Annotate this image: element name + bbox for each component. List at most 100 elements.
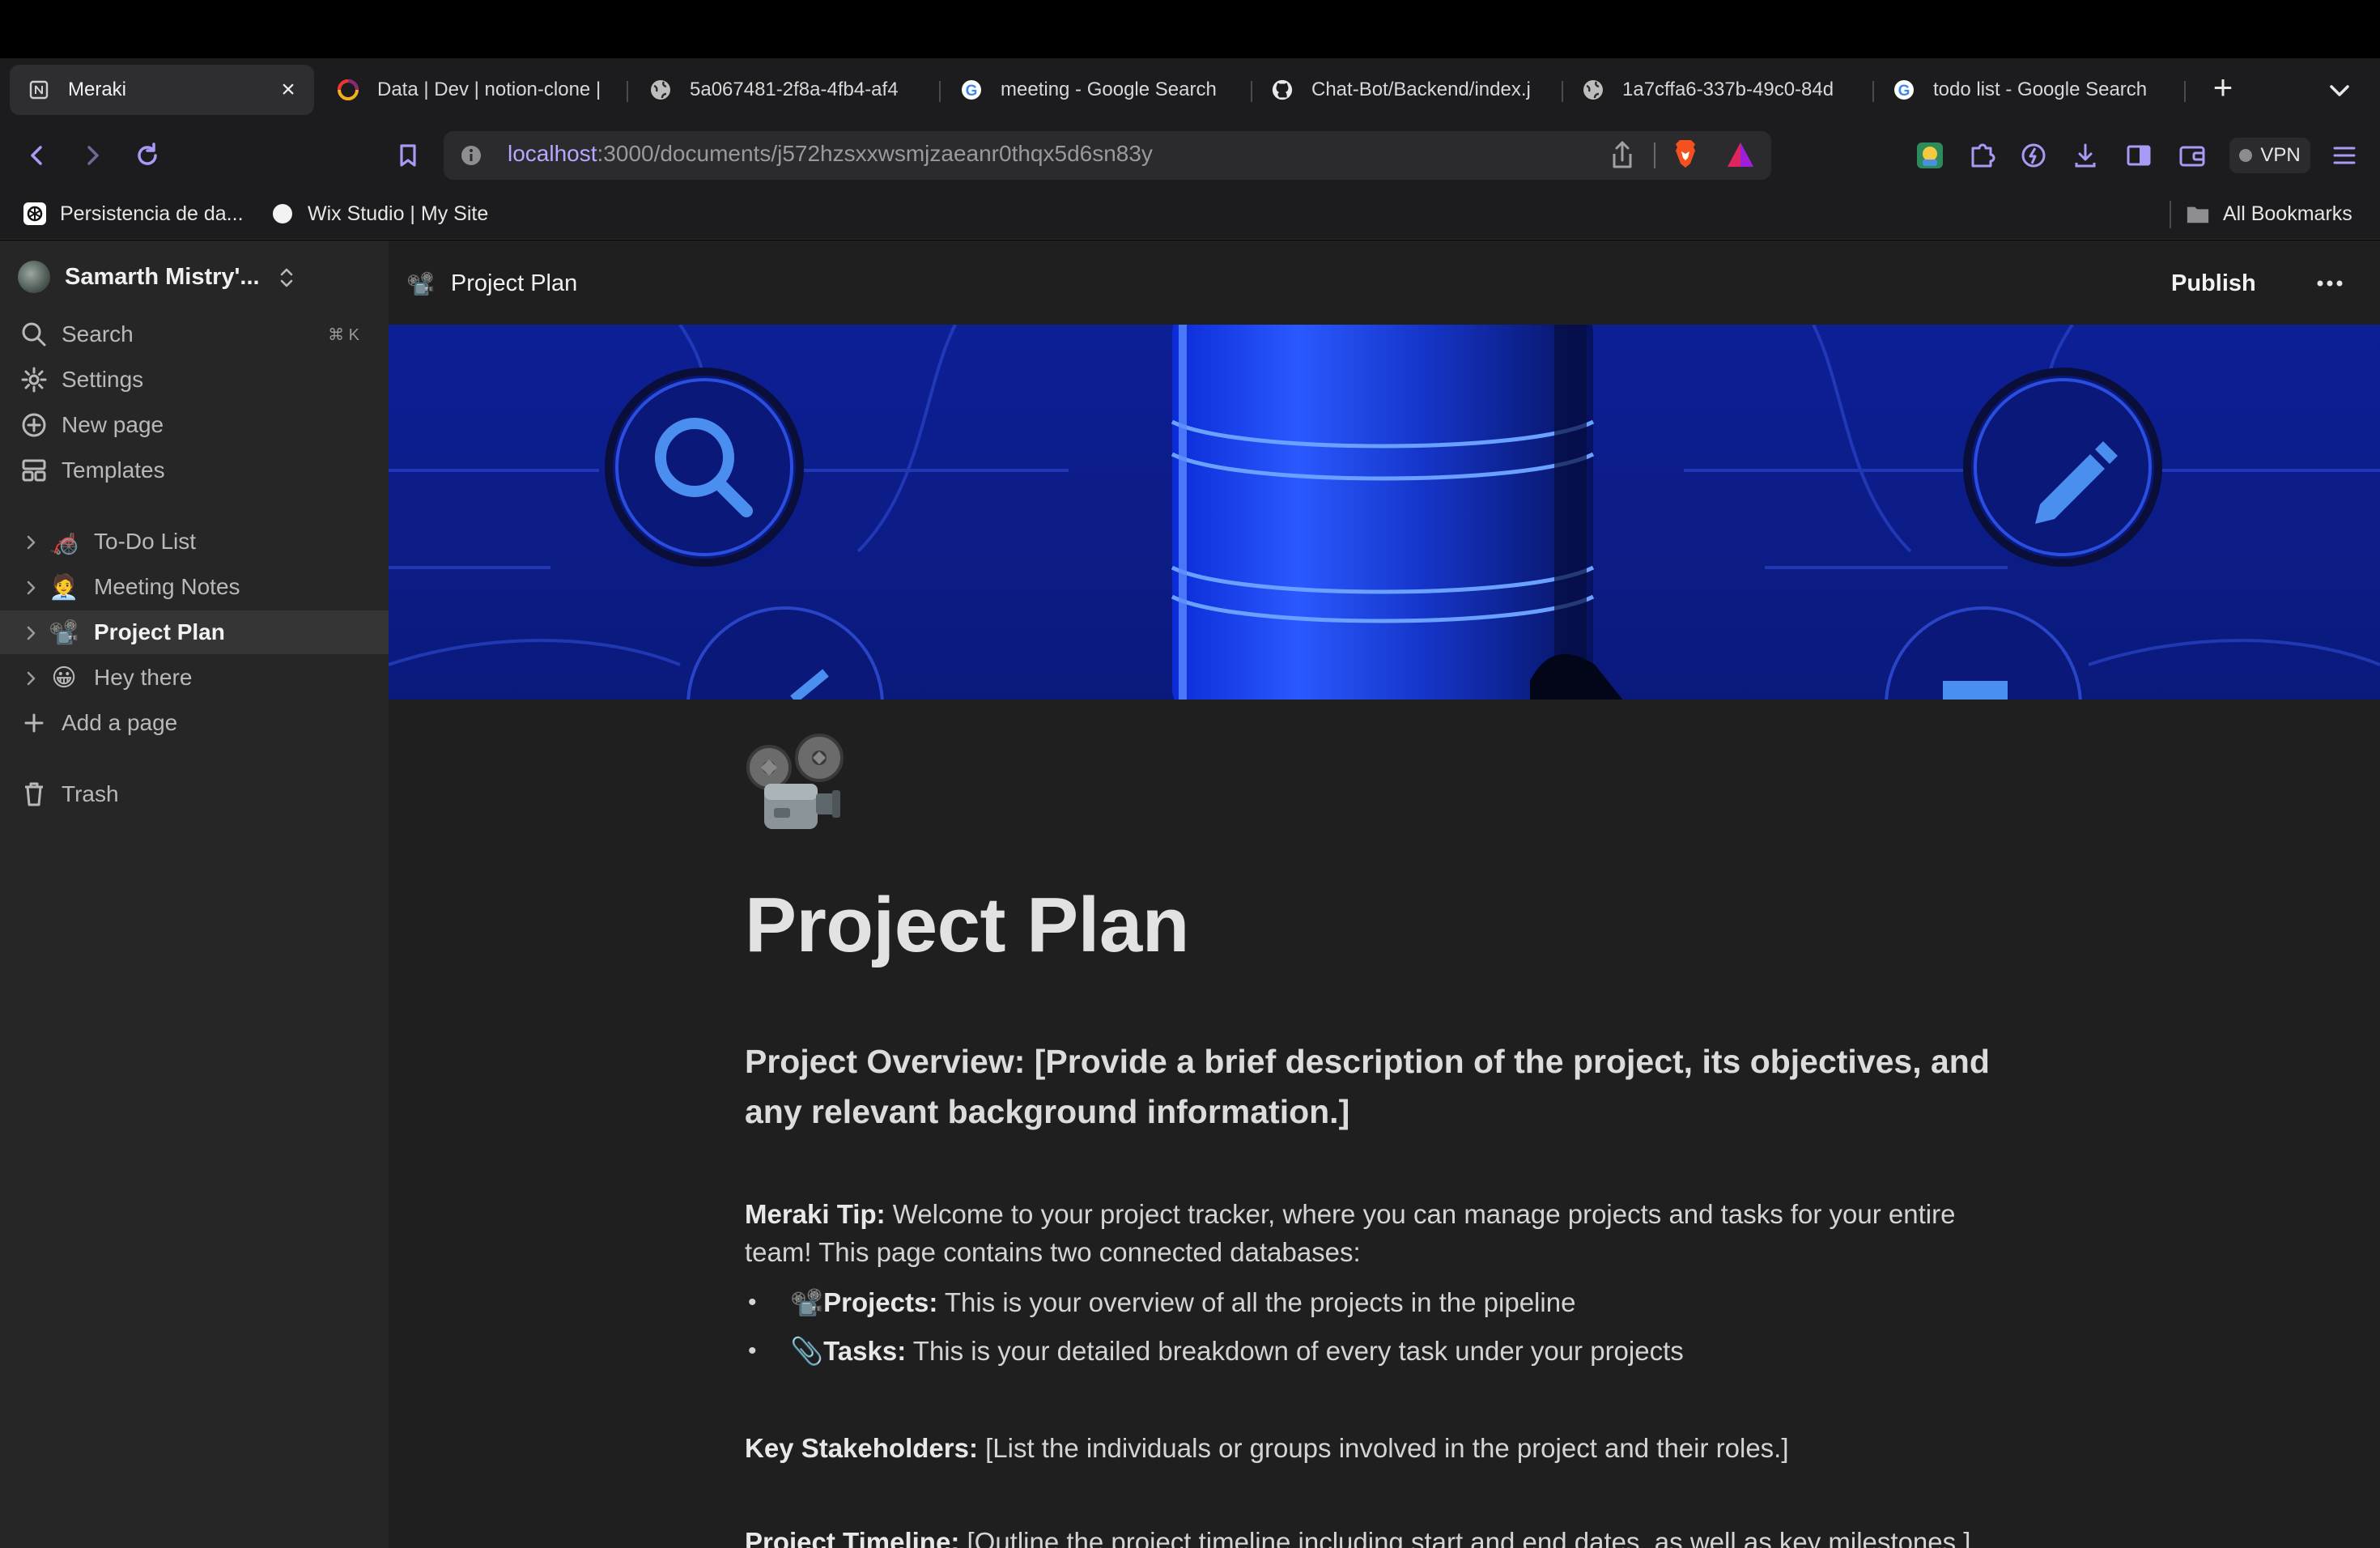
google-icon: G (960, 79, 983, 101)
tab-google-meeting[interactable]: G meeting - Google Search (942, 65, 1250, 115)
sidebar-item-label: Templates (62, 457, 165, 483)
bookmark-icon (400, 144, 416, 167)
tab-title: Meraki (68, 79, 127, 100)
sidebar-templates[interactable]: Templates (0, 449, 389, 492)
cover-image[interactable] (389, 325, 2380, 700)
chevron-right-icon[interactable] (23, 623, 39, 642)
trash-icon (19, 780, 49, 809)
bookmark-label: Persistencia de da... (60, 202, 244, 225)
project-timeline-paragraph[interactable]: Project Timeline: [Outline the project t… (745, 1524, 1970, 1548)
timeline-label: Project Timeline: (745, 1527, 960, 1548)
page-emoji: 🦽 (49, 528, 79, 555)
sidebar-search[interactable]: Search ⌘ K (0, 313, 389, 356)
convex-logo-icon (337, 79, 359, 101)
breadcrumb[interactable]: 📽️ Project Plan (406, 266, 577, 301)
all-bookmarks-button[interactable]: All Bookmarks (2186, 198, 2352, 230)
sidebar-item-label: Project Plan (94, 619, 225, 644)
project-overview-heading[interactable]: Project Overview: [Provide a brief descr… (745, 1036, 2008, 1137)
close-tab-button[interactable]: × (277, 76, 300, 104)
sidebar-item-label: Search (62, 321, 134, 347)
tab-separator (2184, 81, 2186, 102)
tab-separator (939, 81, 941, 102)
sidebar-toggle-icon[interactable] (2123, 139, 2155, 172)
sidebar-trash[interactable]: Trash (0, 772, 389, 816)
bookmark-page-button[interactable] (387, 134, 429, 176)
menu-icon[interactable] (2328, 139, 2361, 172)
meraki-tip-paragraph[interactable]: Meraki Tip: Welcome to your project trac… (745, 1195, 2008, 1271)
bookmark-item[interactable]: Persistencia de da... (23, 198, 244, 230)
bookmark-label: Wix Studio | My Site (308, 202, 489, 225)
notion-page-icon (28, 79, 50, 101)
page-icon[interactable] (745, 734, 847, 836)
globe-icon (649, 79, 672, 101)
sidebar-settings[interactable]: Settings (0, 358, 389, 402)
page-title[interactable]: Project Plan (745, 881, 1189, 970)
wallet-icon[interactable] (2176, 139, 2208, 172)
sidebar-item-label: To-Do List (94, 529, 197, 554)
extension-leo-icon[interactable] (1914, 139, 1946, 172)
vpn-status-icon (2239, 149, 2253, 162)
site-info-icon[interactable] (460, 144, 482, 167)
new-tab-button[interactable]: + (2204, 70, 2242, 108)
reload-button[interactable] (126, 134, 168, 176)
document-header (389, 240, 2380, 325)
brave-rewards-icon[interactable] (1726, 141, 1755, 168)
sidebar-item-project-plan[interactable]: 📽️ Project Plan (0, 610, 389, 654)
workspace-switcher[interactable]: Samarth Mistry'... (18, 259, 260, 295)
forward-button[interactable] (71, 134, 113, 176)
stakeholders-text: [List the individuals or groups involved… (977, 1433, 1789, 1463)
ellipsis-icon[interactable] (2314, 267, 2346, 300)
tab-uuid-2[interactable]: 1a7cffa6-337b-49c0-84d (1564, 65, 1867, 115)
tab-convex[interactable]: Data | Dev | notion-clone | (319, 65, 617, 115)
tab-strip: Meraki × Data | Dev | notion-clone | 5a0… (0, 58, 2380, 121)
vpn-button[interactable]: VPN (2229, 138, 2310, 173)
url-host: localhost (508, 141, 597, 166)
globe-icon (1582, 79, 1604, 101)
templates-icon (19, 456, 49, 485)
vpn-label: VPN (2260, 144, 2301, 166)
share-icon[interactable] (1608, 139, 1637, 172)
chevron-down-icon[interactable] (2323, 74, 2356, 107)
chevron-right-icon[interactable] (23, 577, 39, 597)
speedreader-icon[interactable] (2017, 139, 2050, 172)
sidebar-item-label: Settings (62, 367, 144, 392)
page-emoji: 📽️ (406, 270, 435, 296)
brave-shields-icon[interactable] (1671, 138, 1700, 170)
url-path: :3000/documents/j572hzsxxwsmjzaeanr0thqx… (597, 141, 1153, 166)
add-page-button[interactable]: Add a page (0, 701, 389, 745)
workspace-name: Samarth Mistry'... (65, 263, 260, 290)
divider (1654, 142, 1655, 168)
chevrons-up-down-icon[interactable] (275, 264, 298, 291)
bookmark-item[interactable]: Wix Studio | My Site (270, 198, 488, 230)
back-button[interactable] (16, 134, 58, 176)
add-page-label: Add a page (62, 710, 178, 735)
sidebar-item-meeting-notes[interactable]: 🧑‍💼 Meeting Notes (0, 565, 389, 609)
sidebar-item-hey-there[interactable]: 😀 Hey there (0, 656, 389, 700)
tab-meraki[interactable]: Meraki × (10, 65, 314, 115)
list-emoji: 📽️ (790, 1287, 824, 1317)
chevron-right-icon[interactable] (23, 532, 39, 551)
divider (2170, 201, 2171, 228)
url-text[interactable]: localhost:3000/documents/j572hzsxxwsmjza… (508, 141, 1153, 167)
sidebar-item-todo-list[interactable]: 🦽 To-Do List (0, 520, 389, 563)
key-stakeholders-paragraph[interactable]: Key Stakeholders: [List the individuals … (745, 1430, 1789, 1467)
svg-text:G: G (1898, 83, 1910, 100)
publish-button[interactable]: Publish (2171, 262, 2256, 304)
bullet-icon: • (748, 1289, 757, 1316)
wix-circle-icon (270, 202, 295, 226)
plus-circle-icon (19, 410, 49, 440)
chevron-right-icon[interactable] (23, 668, 39, 687)
page-emoji: 🧑‍💼 (49, 573, 79, 601)
tab-uuid-1[interactable]: 5a067481-2f8a-4fb4-af4 (631, 65, 934, 115)
tip-label: Meraki Tip: (745, 1199, 886, 1229)
sidebar-new-page[interactable]: New page (0, 403, 389, 447)
download-icon[interactable] (2069, 139, 2102, 172)
tab-separator (1562, 81, 1563, 102)
tab-github[interactable]: Chat-Bot/Backend/index.j (1253, 65, 1556, 115)
tab-separator (627, 81, 628, 102)
extensions-puzzle-icon[interactable] (1966, 139, 1998, 172)
tab-separator (1872, 81, 1874, 102)
google-icon: G (1893, 79, 1915, 101)
keyboard-shortcut: ⌘ K (328, 325, 359, 344)
tab-google-todo[interactable]: G todo list - Google Search (1875, 65, 2182, 115)
